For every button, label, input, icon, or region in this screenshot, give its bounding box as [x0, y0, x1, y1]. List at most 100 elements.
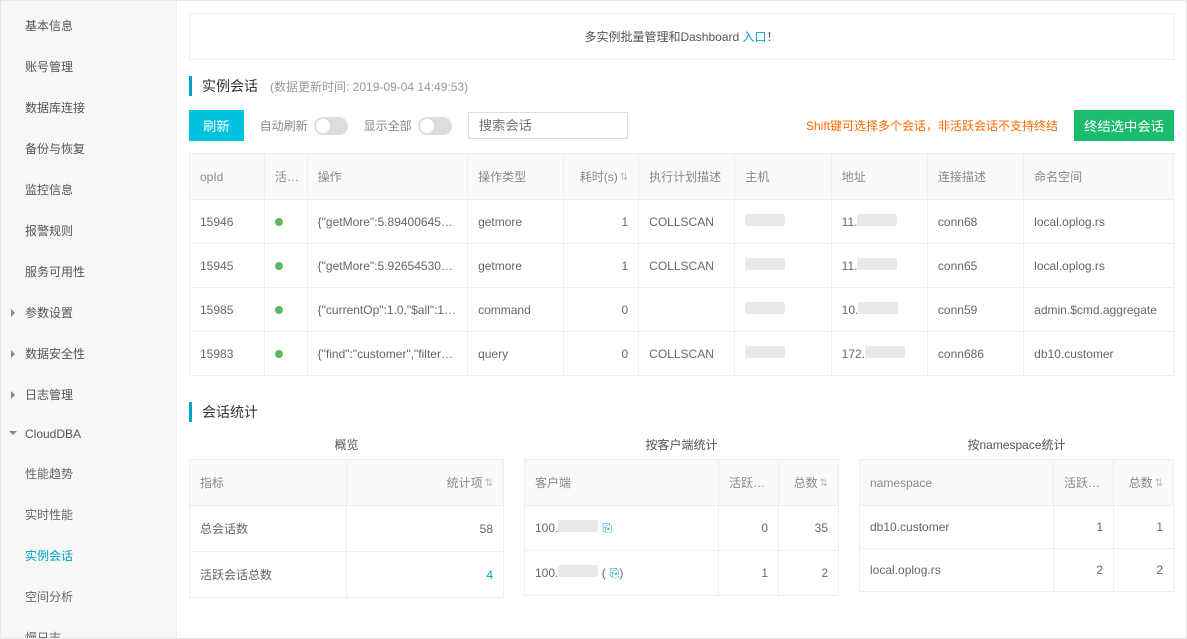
overview-col: 概览 指标 统计项⇅ 总会话数58活跃会话总数4: [189, 436, 504, 598]
sort-icon: ⇅: [820, 480, 828, 488]
sidebar-sub-instance-session[interactable]: 实例会话: [1, 535, 176, 576]
col-optype[interactable]: 操作类型: [468, 154, 564, 200]
col-opid[interactable]: opId: [190, 154, 265, 200]
show-all-group: 显示全部: [364, 117, 452, 135]
col-conn[interactable]: 连接描述: [927, 154, 1023, 200]
sidebar-sub-realtime[interactable]: 实时性能: [1, 494, 176, 535]
sidebar-item-basic[interactable]: 基本信息: [1, 5, 176, 46]
overview-col-stat[interactable]: 统计项⇅: [347, 460, 504, 506]
col-host[interactable]: 主机: [735, 154, 831, 200]
sidebar-item-backup[interactable]: 备份与恢复: [1, 128, 176, 169]
cell-addr: 172.: [831, 332, 927, 376]
session-update-time: (数据更新时间: 2019-09-04 14:49:53): [270, 78, 468, 95]
sidebar-item-availability[interactable]: 服务可用性: [1, 251, 176, 292]
sidebar-item-db-conn[interactable]: 数据库连接: [1, 87, 176, 128]
banner-link[interactable]: 入口: [743, 30, 767, 44]
cell-op: {"getMore":5.92654530…: [307, 244, 467, 288]
table-row[interactable]: 15945{"getMore":5.92654530…getmore1COLLS…: [190, 244, 1174, 288]
table-row[interactable]: 活跃会话总数4: [190, 552, 504, 598]
ns-col: 按namespace统计 namespace 活跃数⇅ 总数⇅ db10.cus…: [859, 436, 1174, 598]
table-row[interactable]: db10.customer11: [860, 506, 1174, 549]
col-sec[interactable]: 耗时(s)⇅: [564, 154, 639, 200]
client-col-client[interactable]: 客户端: [525, 460, 719, 506]
cell-op: {"find":"customer","filter"…: [307, 332, 467, 376]
dashboard-banner: 多实例批量管理和Dashboard 入口！: [189, 13, 1174, 60]
overview-col-metric[interactable]: 指标: [190, 460, 347, 506]
cell-plan: COLLSCAN: [639, 244, 735, 288]
active-dot-icon: [275, 350, 283, 358]
table-row[interactable]: 15946 {"getMore":5.89400645…getmore1COLLS…: [190, 200, 1174, 244]
cell-metric: 活跃会话总数: [190, 552, 347, 598]
col-ns[interactable]: 命名空间: [1024, 154, 1174, 200]
cell-op: {"currentOp":1.0,"$all":1…: [307, 288, 467, 332]
terminate-button[interactable]: 终结选中会话: [1074, 110, 1174, 141]
cell-conn: conn686: [927, 332, 1023, 376]
copy-icon[interactable]: ⎘: [610, 566, 620, 580]
session-section-title: 实例会话 (数据更新时间: 2019-09-04 14:49:53): [189, 76, 1174, 96]
cell-plan: [639, 288, 735, 332]
col-plan[interactable]: 执行计划描述: [639, 154, 735, 200]
sidebar-item-account[interactable]: 账号管理: [1, 46, 176, 87]
active-dot-icon: [275, 306, 283, 314]
cell-active: [264, 244, 307, 288]
table-row[interactable]: 15983{"find":"customer","filter"…query0C…: [190, 332, 1174, 376]
cell-sec: 1: [564, 200, 639, 244]
sidebar-item-params[interactable]: 参数设置: [1, 292, 176, 333]
sidebar-sub-space[interactable]: 空间分析: [1, 576, 176, 617]
cell-type: query: [468, 332, 564, 376]
cell-active: [264, 200, 307, 244]
col-active[interactable]: 活跃: [264, 154, 307, 200]
cell-conn: conn68: [927, 200, 1023, 244]
sort-icon: ⇅: [767, 480, 775, 488]
table-row[interactable]: 100. (⎘)12: [525, 551, 839, 596]
cell-value: 4: [347, 552, 504, 598]
col-op[interactable]: 操作: [307, 154, 467, 200]
sidebar-item-clouddba[interactable]: CloudDBA: [1, 415, 176, 453]
cell-ns: local.oplog.rs: [1024, 200, 1174, 244]
sidebar-item-logs[interactable]: 日志管理: [1, 374, 176, 415]
cell-type: getmore: [468, 200, 564, 244]
cell-opid: 15946: [190, 200, 265, 244]
sidebar-item-security[interactable]: 数据安全性: [1, 333, 176, 374]
cell-total: 2: [779, 551, 839, 596]
ns-table: namespace 活跃数⇅ 总数⇅ db10.customer11local.…: [859, 459, 1174, 592]
ns-col-active[interactable]: 活跃数⇅: [1054, 460, 1114, 506]
auto-refresh-group: 自动刷新: [260, 117, 348, 135]
cell-addr: 10.: [831, 288, 927, 332]
client-col-active[interactable]: 活跃数⇅: [719, 460, 779, 506]
session-title: 实例会话: [202, 76, 258, 96]
search-input[interactable]: [468, 112, 628, 139]
cell-value: 58: [347, 506, 504, 552]
sidebar-item-monitor[interactable]: 监控信息: [1, 169, 176, 210]
auto-refresh-toggle[interactable]: [314, 117, 348, 135]
cell-active: 0: [719, 506, 779, 551]
table-row[interactable]: 15985{"currentOp":1.0,"$all":1…command01…: [190, 288, 1174, 332]
cell-conn: conn59: [927, 288, 1023, 332]
sidebar-sub-slowlog[interactable]: 慢日志: [1, 617, 176, 638]
table-row[interactable]: 100.⎘035: [525, 506, 839, 551]
refresh-button[interactable]: 刷新: [189, 110, 244, 141]
sidebar-sub-perf-trend[interactable]: 性能趋势: [1, 453, 176, 494]
cell-op: {"getMore":5.89400645…: [307, 200, 467, 244]
cell-sec: 1: [564, 244, 639, 288]
client-col: 按客户端统计 客户端 活跃数⇅ 总数⇅ 100.⎘035100. (⎘)12: [524, 436, 839, 598]
copy-icon[interactable]: ⎘: [602, 521, 612, 535]
ns-col-total[interactable]: 总数⇅: [1114, 460, 1174, 506]
cell-total: 35: [779, 506, 839, 551]
show-all-toggle[interactable]: [418, 117, 452, 135]
cell-plan: COLLSCAN: [639, 200, 735, 244]
sidebar: 基本信息 账号管理 数据库连接 备份与恢复 监控信息 报警规则 服务可用性 参数…: [1, 1, 177, 638]
stats-row: 概览 指标 统计项⇅ 总会话数58活跃会话总数4 按客户端统计 客户端 活跃数⇅…: [189, 436, 1174, 598]
cell-addr: 11.: [831, 200, 927, 244]
table-row[interactable]: 总会话数58: [190, 506, 504, 552]
ns-col-ns[interactable]: namespace: [860, 460, 1054, 506]
col-addr[interactable]: 地址: [831, 154, 927, 200]
cell-host: [735, 244, 831, 288]
client-col-total[interactable]: 总数⇅: [779, 460, 839, 506]
table-row[interactable]: local.oplog.rs22: [860, 549, 1174, 592]
sort-icon: ⇅: [1155, 480, 1163, 488]
cell-sec: 0: [564, 332, 639, 376]
cell-type: getmore: [468, 244, 564, 288]
cell-ns: db10.customer: [1024, 332, 1174, 376]
sidebar-item-alarm[interactable]: 报警规则: [1, 210, 176, 251]
